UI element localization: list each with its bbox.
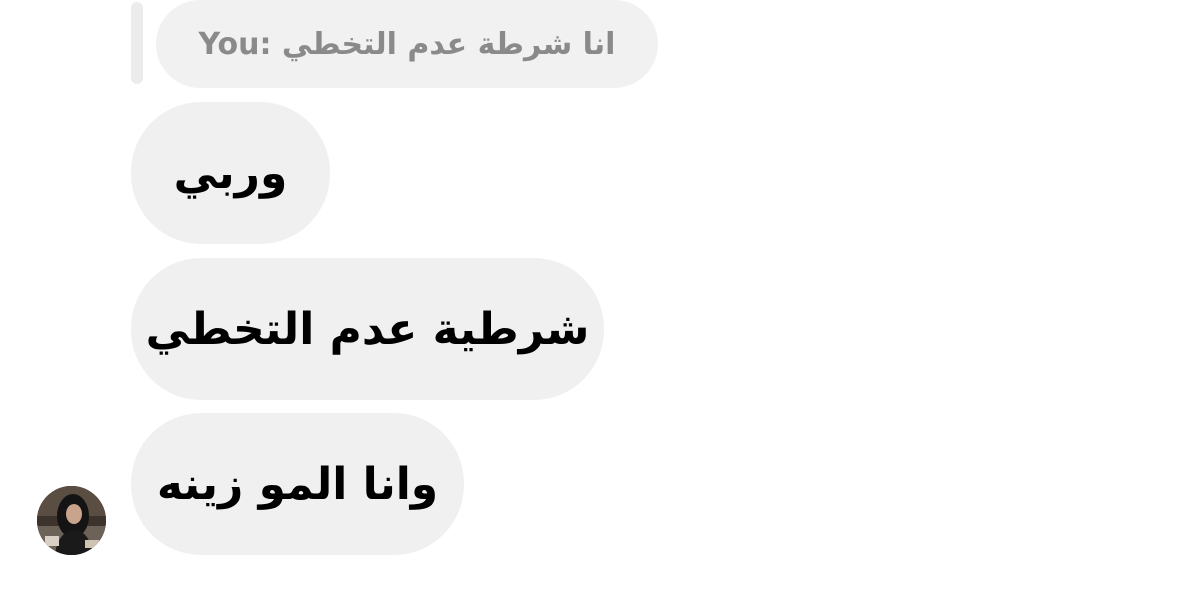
message-text: شرطية عدم التخطي [145,303,590,355]
reply-preview-text: You: انا شرطة عدم التخطي [198,26,616,62]
message-bubble[interactable]: شرطية عدم التخطي [131,258,604,400]
message-text: وانا المو زينه [156,458,439,510]
reply-preview[interactable]: You: انا شرطة عدم التخطي [156,0,658,88]
message-text: وربي [173,147,288,199]
message-bubble[interactable]: وربي [131,102,330,244]
message-bubble[interactable]: وانا المو زينه [131,413,464,555]
profile-photo-icon [37,486,106,555]
reply-quote-bar [131,2,143,84]
avatar[interactable] [37,486,106,555]
